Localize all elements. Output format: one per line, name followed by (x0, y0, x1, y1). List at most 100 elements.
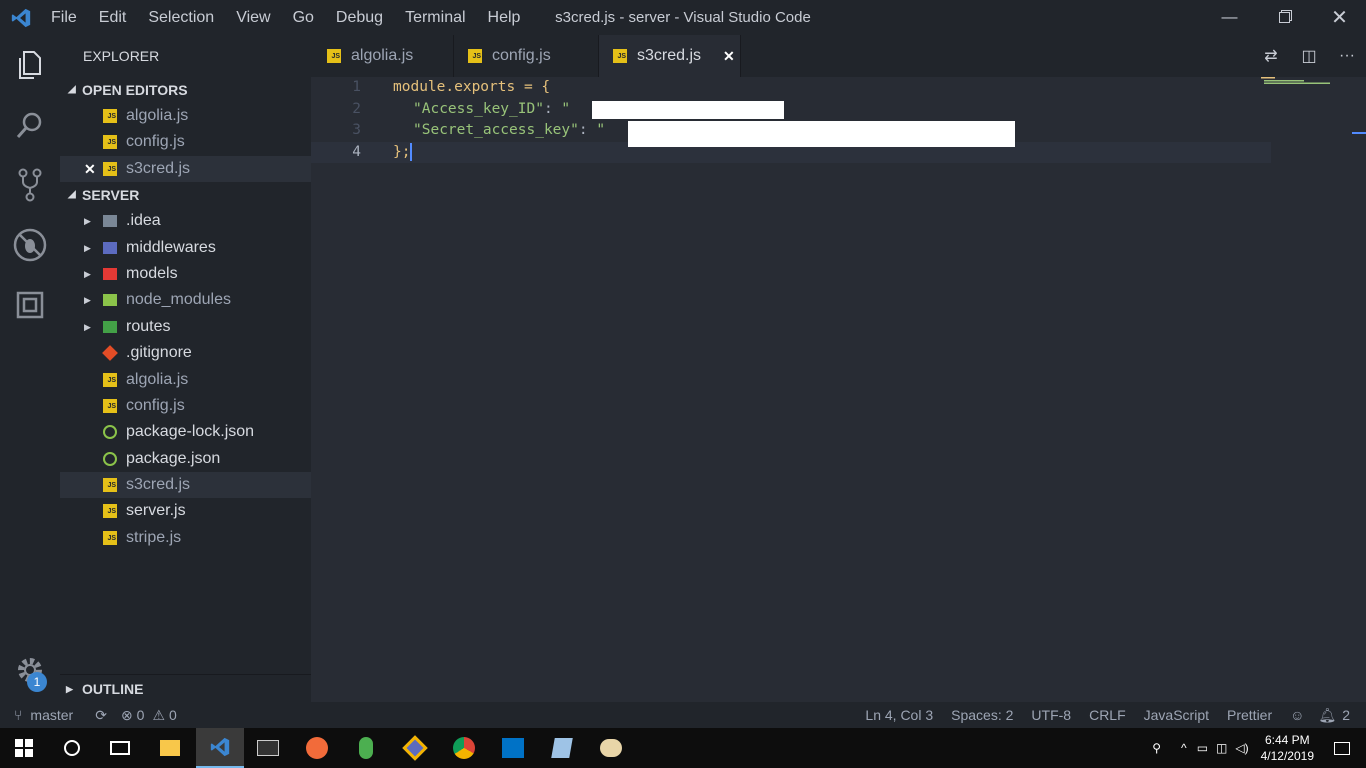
restore-button[interactable] (1257, 0, 1312, 35)
menu-selection[interactable]: Selection (137, 9, 225, 27)
editor-tabs: JS algolia.js JS config.js JS s3cred.js ✕ ⇄ … (311, 35, 1366, 77)
close-window-button[interactable]: ✕ (1312, 0, 1366, 35)
battery-icon[interactable]: ▭ (1197, 741, 1208, 755)
taskbar-outlook[interactable] (489, 728, 537, 768)
end-of-line[interactable]: CRLF (1089, 707, 1126, 723)
diamond-app-icon (402, 735, 428, 761)
minimize-button[interactable]: — (1202, 0, 1257, 35)
tree-label: .idea (126, 212, 161, 230)
tree-folder-models[interactable]: ▶ models (60, 261, 311, 287)
open-editor-s3cred[interactable]: ✕ JS s3cred.js (60, 155, 311, 183)
people-icon[interactable]: ⚲ (1152, 741, 1161, 755)
tree-file-s3cred[interactable]: JS s3cred.js (60, 472, 311, 499)
taskbar-sourcetree[interactable] (342, 728, 390, 768)
title-bar: File Edit Selection View Go Debug Termin… (0, 0, 1366, 35)
error-count[interactable]: 0 (137, 707, 145, 723)
editor-scrollbar[interactable] (1352, 77, 1366, 640)
taskbar-postman[interactable] (293, 728, 341, 768)
open-editor-algolia[interactable]: JS algolia.js (60, 103, 311, 129)
open-changes-icon[interactable]: ⇄ (1252, 46, 1290, 66)
activity-search[interactable] (0, 95, 60, 155)
clock[interactable]: 6:44 PM 4/12/2019 (1261, 732, 1314, 764)
menu-help[interactable]: Help (477, 9, 532, 27)
bell-icon[interactable]: 🔔︎ (1318, 707, 1336, 724)
tree-file-server[interactable]: JS server.js (60, 498, 311, 524)
tree-file-algolia[interactable]: JS algolia.js (60, 367, 311, 393)
menu-terminal[interactable]: Terminal (394, 9, 476, 27)
tab-algolia[interactable]: JS algolia.js (311, 35, 454, 77)
redaction-box (628, 121, 1015, 147)
activity-explorer[interactable] (0, 35, 60, 95)
menu-view[interactable]: View (225, 9, 281, 27)
cortana-button[interactable] (48, 728, 96, 768)
task-view-button[interactable] (96, 728, 144, 768)
activity-bar (0, 35, 60, 702)
volume-icon[interactable]: ◁) (1235, 741, 1248, 755)
chevron-right-icon: ▶ (84, 321, 91, 332)
encoding[interactable]: UTF-8 (1031, 707, 1071, 723)
warning-icon: ⚠ (152, 706, 166, 723)
split-editor-icon[interactable]: ◫ (1290, 46, 1328, 66)
tree-folder-middlewares[interactable]: ▶ middlewares (60, 235, 311, 261)
activity-extensions[interactable] (0, 275, 60, 335)
action-center-icon[interactable] (1334, 741, 1350, 755)
windows-taskbar: ⚲ ^ ▭ ◫ ◁) 6:44 PM 4/12/2019 (0, 728, 1366, 768)
outline-header[interactable]: ▶ OUTLINE (60, 674, 311, 702)
activity-source-control[interactable] (0, 155, 60, 215)
taskbar-paint[interactable] (587, 728, 635, 768)
taskbar-vscode[interactable] (196, 728, 244, 768)
taskbar-chrome[interactable] (440, 728, 488, 768)
chevron-up-icon[interactable]: ^ (1181, 741, 1187, 755)
feedback-smiley-icon[interactable]: ☺ (1290, 707, 1304, 723)
tab-config[interactable]: JS config.js (454, 35, 599, 77)
menu-edit[interactable]: Edit (88, 9, 138, 27)
menu-go[interactable]: Go (282, 9, 325, 27)
menu-file[interactable]: File (40, 9, 88, 27)
more-actions-icon[interactable]: ··· (1328, 47, 1366, 65)
language-mode[interactable]: JavaScript (1144, 707, 1209, 723)
code-line: 2 "Access_key_ID": "", (311, 99, 1271, 121)
tree-folder-node-modules[interactable]: ▶ node_modules (60, 287, 311, 313)
notification-count[interactable]: 2 (1342, 707, 1350, 723)
close-icon[interactable]: ✕ (84, 156, 96, 182)
cursor-position[interactable]: Ln 4, Col 3 (865, 707, 933, 723)
git-branch[interactable]: master (30, 707, 73, 723)
line-number: 4 (352, 143, 361, 160)
branch-icon: ⑂ (14, 707, 23, 723)
tree-file-package-lock[interactable]: package-lock.json (60, 419, 311, 445)
sync-icon[interactable]: ⟳ (95, 707, 107, 724)
tree-folder-routes[interactable]: ▶ routes (60, 314, 311, 340)
debug-icon (13, 228, 47, 262)
open-editor-config[interactable]: JS config.js (60, 129, 311, 155)
activity-debug[interactable] (0, 215, 60, 275)
tab-s3cred[interactable]: JS s3cred.js ✕ (599, 35, 741, 77)
tree-file-package[interactable]: package.json (60, 446, 311, 472)
tree-file-config[interactable]: JS config.js (60, 393, 311, 419)
menu-debug[interactable]: Debug (325, 9, 394, 27)
start-button[interactable] (0, 728, 48, 768)
code-editor[interactable]: 1 module.exports = { 2 "Access_key_ID": … (311, 77, 1366, 702)
open-editor-label: config.js (126, 133, 185, 151)
server-folder-header[interactable]: ◢ SERVER (60, 182, 311, 208)
restore-icon (1279, 12, 1290, 23)
warning-count[interactable]: 0 (169, 707, 177, 723)
open-editors-header[interactable]: ◢ OPEN EDITORS (60, 77, 311, 103)
formatter[interactable]: Prettier (1227, 707, 1272, 723)
tree-file-gitignore[interactable]: .gitignore (60, 340, 311, 366)
indentation[interactable]: Spaces: 2 (951, 707, 1013, 723)
taskbar-gitkraken[interactable] (391, 728, 439, 768)
tree-folder-idea[interactable]: ▶ .idea (60, 208, 311, 234)
vscode-logo-icon (210, 737, 230, 757)
js-file-icon: JS (103, 135, 117, 150)
taskbar-terminal[interactable] (244, 728, 292, 768)
taskbar-notes[interactable] (538, 728, 586, 768)
js-file-icon: JS (103, 478, 117, 493)
string-quote: " (561, 100, 571, 117)
taskbar-file-explorer[interactable] (146, 728, 194, 768)
network-icon[interactable]: ◫ (1216, 741, 1227, 755)
js-file-icon: JS (103, 504, 117, 519)
activity-settings[interactable] (0, 640, 60, 700)
tree-file-stripe[interactable]: JS stripe.js (60, 525, 311, 551)
close-icon[interactable]: ✕ (723, 48, 735, 65)
notes-icon (551, 738, 573, 758)
